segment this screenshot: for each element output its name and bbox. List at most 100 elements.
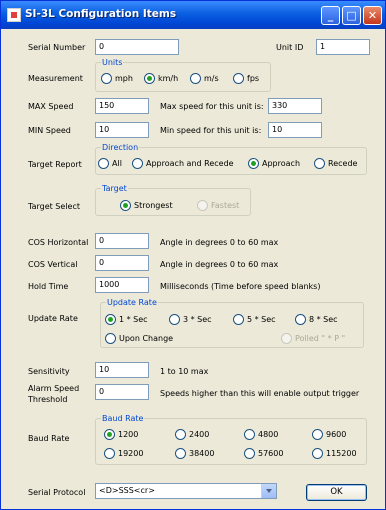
- hold-time-input[interactable]: 1000: [95, 277, 149, 293]
- sensitivity-label: Sensitivity: [28, 367, 70, 376]
- cos-horizontal-input[interactable]: 0: [95, 233, 149, 249]
- baud-radio-38400[interactable]: 38400: [175, 448, 214, 459]
- radio-label: fps: [247, 74, 260, 83]
- update-rate-radio-8[interactable]: 8 * Sec: [295, 314, 338, 325]
- radio-label: Strongest: [134, 201, 173, 210]
- cos-vertical-input[interactable]: 0: [95, 255, 149, 271]
- units-radio-kmh[interactable]: km/h: [144, 73, 178, 84]
- radio-label: 3 * Sec: [183, 315, 212, 324]
- title-bar[interactable]: SI-3L Configuration Items _ □ ✕: [1, 1, 385, 29]
- update-rate-radio-3[interactable]: 3 * Sec: [169, 314, 212, 325]
- baud-radio-115200[interactable]: 115200: [312, 448, 357, 459]
- radio-label: Approach: [262, 159, 301, 168]
- radio-label: 8 * Sec: [309, 315, 338, 324]
- alarm-speed-input[interactable]: 0: [95, 384, 149, 400]
- radio-circle: [295, 314, 306, 325]
- unit-id-label: Unit ID: [276, 43, 304, 52]
- min-speed-limit-label: Min speed for this unit is:: [160, 126, 262, 135]
- serial-protocol-select[interactable]: <D>SSS<cr>: [95, 483, 277, 499]
- radio-circle-disabled: [281, 333, 292, 344]
- direction-radio-approach-and-recede[interactable]: Approach and Recede: [132, 158, 234, 169]
- units-radio-fps[interactable]: fps: [233, 73, 259, 84]
- serial-number-label: Serial Number: [28, 43, 86, 52]
- target-radio-fastest: Fastest: [197, 200, 239, 211]
- direction-group-label: Direction: [102, 143, 139, 152]
- radio-circle: [175, 448, 186, 459]
- radio-label: Approach and Recede: [146, 159, 234, 168]
- alarm-speed-label: Alarm Speed: [28, 384, 80, 393]
- min-speed-input[interactable]: 10: [95, 122, 149, 138]
- unit-id-input[interactable]: 1: [316, 39, 370, 55]
- max-speed-label: MAX Speed: [28, 102, 74, 111]
- serial-protocol-label: Serial Protocol: [28, 488, 86, 497]
- radio-label: Polled " * P ": [295, 334, 346, 343]
- baud-radio-1200[interactable]: 1200: [104, 429, 138, 440]
- ok-button[interactable]: OK: [306, 484, 367, 501]
- radio-circle-selected: [248, 158, 259, 169]
- radio-circle: [175, 429, 186, 440]
- radio-circle: [244, 448, 255, 459]
- direction-radio-recede[interactable]: Recede: [314, 158, 357, 169]
- close-button[interactable]: ✕: [363, 6, 382, 25]
- hold-time-label: Hold Time: [28, 282, 69, 291]
- max-speed-limit-label: Max speed for this unit is:: [160, 102, 264, 111]
- radio-circle: [190, 73, 201, 84]
- baud-radio-57600[interactable]: 57600: [244, 448, 283, 459]
- min-speed-limit-input[interactable]: 10: [268, 122, 322, 138]
- radio-label: 19200: [118, 449, 144, 458]
- direction-radio-approach[interactable]: Approach: [248, 158, 300, 169]
- units-radio-mph[interactable]: mph: [101, 73, 133, 84]
- maximize-button[interactable]: □: [342, 6, 361, 25]
- radio-label: 4800: [258, 430, 279, 439]
- radio-circle: [312, 429, 323, 440]
- sensitivity-input[interactable]: 10: [95, 362, 149, 378]
- baud-radio-9600[interactable]: 9600: [312, 429, 346, 440]
- cos-vertical-label: COS Vertical: [28, 260, 78, 269]
- radio-label: 5 * Sec: [247, 315, 276, 324]
- radio-circle: [314, 158, 325, 169]
- radio-circle: [244, 429, 255, 440]
- update-rate-radio-polled: Polled " * P ": [281, 333, 345, 344]
- radio-label: 57600: [258, 449, 284, 458]
- hold-time-hint: Milliseconds (Time before speed blanks): [160, 282, 321, 291]
- config-dialog: SI-3L Configuration Items _ □ ✕ Serial N…: [0, 0, 386, 510]
- radio-label: Recede: [328, 159, 358, 168]
- radio-label: 115200: [326, 449, 357, 458]
- radio-circle: [105, 333, 116, 344]
- update-rate-radio-upon-change[interactable]: Upon Change: [105, 333, 173, 344]
- target-report-label: Target Report: [28, 160, 82, 169]
- radio-label: Fastest: [211, 201, 240, 210]
- update-rate-radio-5[interactable]: 5 * Sec: [233, 314, 276, 325]
- units-group-label: Units: [102, 58, 123, 67]
- cos-vertical-hint: Angle in degrees 0 to 60 max: [160, 260, 279, 269]
- measurement-label: Measurement: [28, 74, 83, 83]
- radio-circle-selected: [104, 429, 115, 440]
- baud-radio-4800[interactable]: 4800: [244, 429, 278, 440]
- units-radio-ms[interactable]: m/s: [190, 73, 219, 84]
- cos-horizontal-label: COS Horizontal: [28, 238, 89, 247]
- chevron-down-icon[interactable]: [261, 484, 276, 498]
- direction-radio-all[interactable]: All: [98, 158, 122, 169]
- min-speed-label: MIN Speed: [28, 126, 71, 135]
- baud-radio-19200[interactable]: 19200: [104, 448, 143, 459]
- minimize-button[interactable]: _: [321, 6, 340, 25]
- radio-label: 1 * Sec: [119, 315, 148, 324]
- baud-rate-label: Baud Rate: [28, 434, 70, 443]
- max-speed-limit-input[interactable]: 330: [268, 98, 322, 114]
- radio-label: km/h: [158, 74, 179, 83]
- target-radio-strongest[interactable]: Strongest: [120, 200, 173, 211]
- radio-circle-disabled: [197, 200, 208, 211]
- radio-circle: [233, 73, 244, 84]
- radio-circle: [101, 73, 112, 84]
- serial-number-input[interactable]: 0: [95, 39, 179, 55]
- radio-label: 9600: [326, 430, 347, 439]
- radio-label: mph: [115, 74, 133, 83]
- update-rate-label: Update Rate: [28, 314, 78, 323]
- target-select-label: Target Select: [28, 202, 80, 211]
- alarm-speed-label-line2: Threshold: [28, 395, 68, 404]
- update-rate-radio-1[interactable]: 1 * Sec: [105, 314, 148, 325]
- baud-radio-2400[interactable]: 2400: [175, 429, 209, 440]
- radio-label: 1200: [118, 430, 139, 439]
- max-speed-input[interactable]: 150: [95, 98, 149, 114]
- baud-rate-group-label: Baud Rate: [102, 414, 144, 423]
